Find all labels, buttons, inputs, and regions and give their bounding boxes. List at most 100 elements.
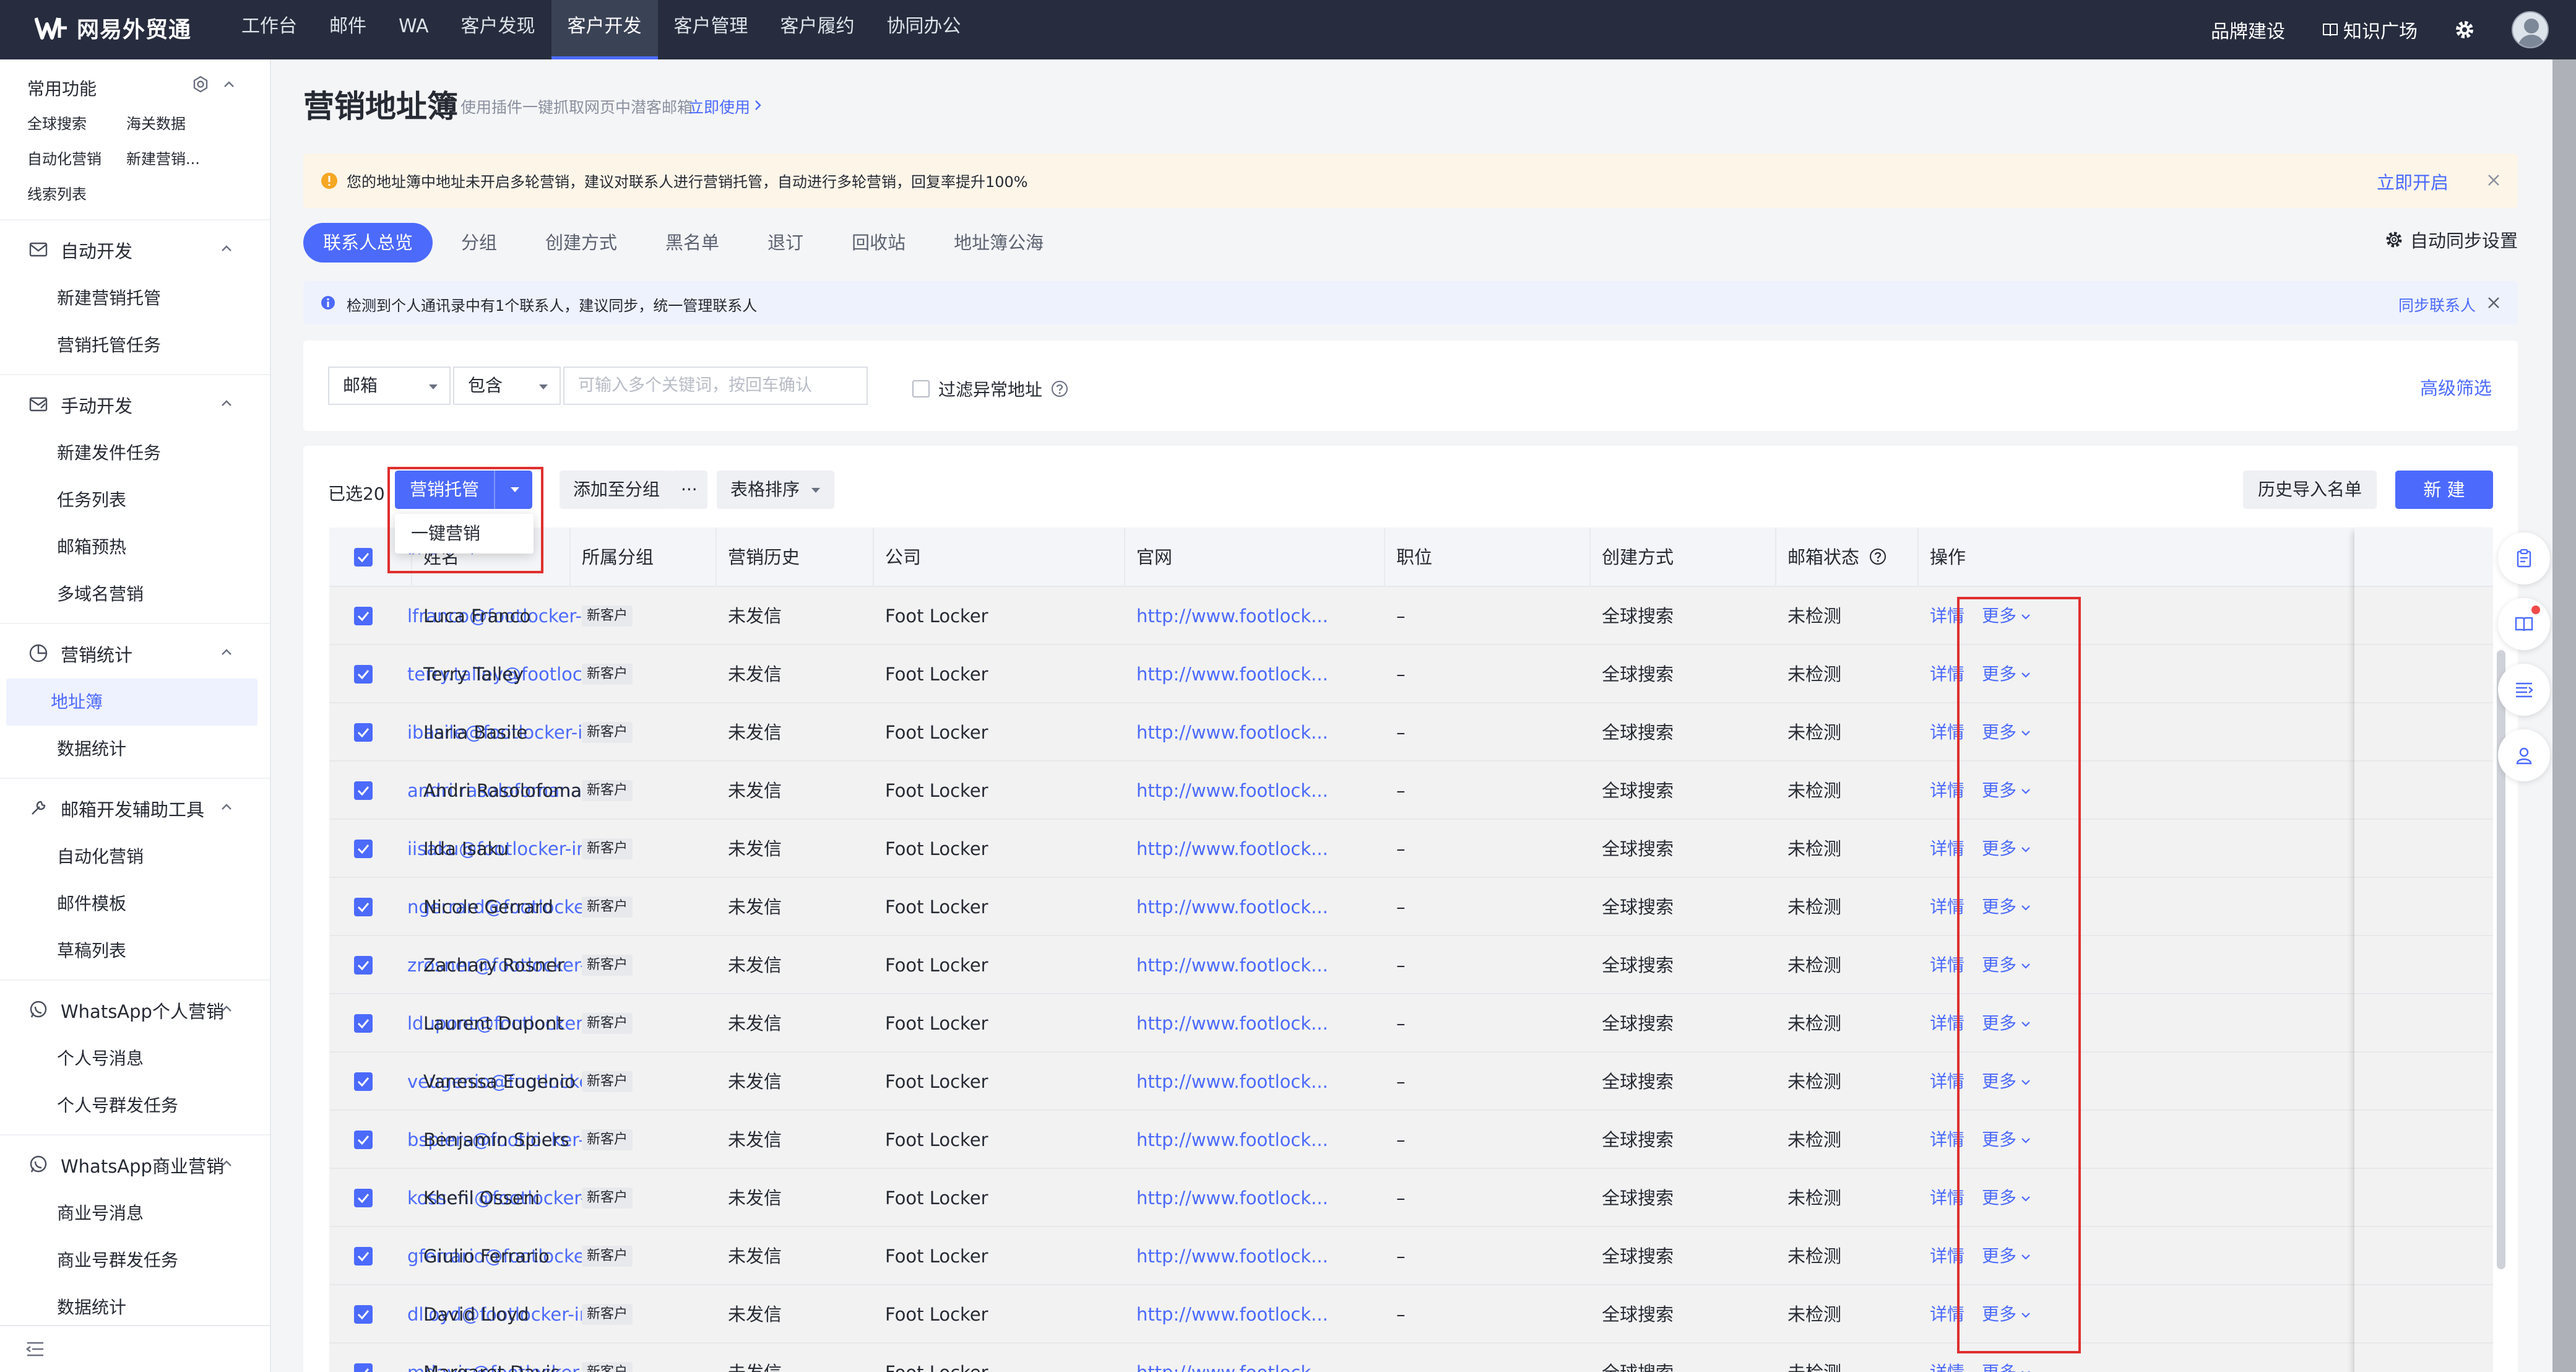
knowledge-plaza-link[interactable]: 知识广场 (2322, 16, 2418, 43)
cell-site[interactable]: http://www.footlock... (1136, 762, 1328, 820)
detail-link[interactable]: 详情 (1930, 1169, 1964, 1227)
dropdown-item-one-click-marketing[interactable]: 一键营销 (395, 514, 534, 554)
sync-contacts-link[interactable]: 同步联系人 (2398, 293, 2476, 316)
more-link[interactable]: 更多 (1982, 587, 2031, 645)
table-row[interactable]: ibasile@footlocker-i... Ilaria Basile 新客户未… (329, 703, 2493, 762)
detail-link[interactable]: 详情 (1930, 820, 1964, 878)
nav-tab-3[interactable]: 客户发现 (445, 0, 551, 59)
detail-link[interactable]: 详情 (1930, 936, 1964, 994)
cell-site[interactable]: http://www.footlock... (1136, 994, 1328, 1053)
sidebar-collapse-button[interactable] (0, 1325, 270, 1372)
more-link[interactable]: 更多 (1982, 1285, 2031, 1344)
sidebar-item-3-2[interactable]: 草稿列表 (6, 927, 257, 975)
table-row[interactable]: andri.rasolofomanan... Andri Rasolofomana… (329, 762, 2493, 820)
table-row[interactable]: veugenio@footlocker... Vanessa Eugenio 新客户… (329, 1053, 2493, 1111)
sidebar-item-3-1[interactable]: 邮件模板 (6, 880, 257, 927)
detail-link[interactable]: 详情 (1930, 762, 1964, 820)
table-row[interactable]: iisaku@footlocker-in... Ilda Isaku 新客户 未发信 F… (329, 820, 2493, 878)
clipboard-tool-button[interactable] (2498, 532, 2550, 584)
tab-0[interactable]: 联系人总览 (303, 223, 433, 263)
help-icon[interactable] (1051, 380, 1068, 397)
cell-site[interactable]: http://www.footlock... (1136, 936, 1328, 994)
sidebar-section-header-5[interactable]: WhatsApp商业营销 (0, 1140, 270, 1190)
table-row[interactable]: mdavis@footlocker-i...Margaret Davis新客户未… (329, 1344, 2493, 1372)
frequent-item-0[interactable]: 全球搜索 (27, 111, 126, 133)
sidebar-item-0-1[interactable]: 营销托管任务 (6, 322, 257, 369)
table-row[interactable]: terry.talley@footlock... Terry Talley 新客户未… (329, 645, 2493, 703)
list-tool-button[interactable] (2498, 664, 2550, 716)
tab-5[interactable]: 回收站 (832, 223, 925, 263)
table-row[interactable]: dlloyd@footlocker-in... David Lloyd 新客户 未发信… (329, 1285, 2493, 1344)
table-row[interactable]: ldupont@footlocker-... Laurent Dupont 新客户未… (329, 994, 2493, 1053)
close-icon[interactable] (2487, 173, 2500, 187)
chevron-up-icon[interactable] (223, 80, 235, 89)
detail-link[interactable]: 详情 (1930, 645, 1964, 703)
more-link[interactable]: 更多 (1982, 703, 2031, 762)
sidebar-item-5-1[interactable]: 商业号群发任务 (6, 1237, 257, 1284)
row-checkbox[interactable] (354, 781, 373, 800)
sidebar-section-header-4[interactable]: WhatsApp个人营销 (0, 986, 270, 1035)
detail-link[interactable]: 详情 (1930, 1227, 1964, 1285)
row-checkbox[interactable] (354, 898, 373, 916)
marketing-hosting-dropdown-toggle[interactable] (494, 471, 533, 509)
detail-link[interactable]: 详情 (1930, 587, 1964, 645)
more-link[interactable]: 更多 (1982, 936, 2031, 994)
chevron-up-icon[interactable] (220, 648, 233, 656)
detail-link[interactable]: 详情 (1930, 1053, 1964, 1111)
cell-site[interactable]: http://www.footlock... (1136, 587, 1328, 645)
detail-link[interactable]: 详情 (1930, 994, 1964, 1053)
table-row[interactable]: gferrario@footlocker... Giulio Ferrario 新客… (329, 1227, 2493, 1285)
cell-site[interactable]: http://www.footlock... (1136, 1053, 1328, 1111)
row-checkbox[interactable] (354, 665, 373, 684)
more-link[interactable]: 更多 (1982, 1344, 2031, 1372)
auto-sync-settings-button[interactable]: 自动同步设置 (2385, 227, 2518, 253)
detail-link[interactable]: 详情 (1930, 878, 1964, 936)
sidebar-item-4-0[interactable]: 个人号消息 (6, 1035, 257, 1082)
sidebar-section-header-1[interactable]: 手动开发 (0, 380, 270, 430)
chevron-up-icon[interactable] (220, 1159, 233, 1168)
detail-link[interactable]: 详情 (1930, 703, 1964, 762)
sidebar-item-1-2[interactable]: 邮箱预热 (6, 524, 257, 571)
frequent-item-3[interactable]: 新建营销... (126, 147, 238, 168)
row-checkbox[interactable] (354, 1247, 373, 1266)
settings-button[interactable] (2455, 20, 2474, 40)
brand-building-link[interactable]: 品牌建设 (2211, 16, 2285, 43)
cell-site[interactable]: http://www.footlock... (1136, 703, 1328, 762)
field-select[interactable]: 邮箱 (328, 367, 451, 405)
table-row[interactable]: bspiers@footlocker-... Benjamin Spiers 新客户… (329, 1111, 2493, 1169)
sidebar-item-1-0[interactable]: 新建发件任务 (6, 430, 257, 477)
nav-tab-7[interactable]: 协同办公 (871, 0, 977, 59)
sidebar-item-5-2[interactable]: 数据统计 (6, 1284, 257, 1331)
use-now-link[interactable]: 立即使用 (688, 95, 750, 118)
select-all-checkbox[interactable] (354, 548, 373, 567)
frequent-item-2[interactable]: 自动化营销 (27, 147, 126, 168)
sidebar-section-header-0[interactable]: 自动开发 (0, 225, 270, 275)
tab-3[interactable]: 黑名单 (646, 223, 739, 263)
more-link[interactable]: 更多 (1982, 878, 2031, 936)
nav-tab-5[interactable]: 客户管理 (658, 0, 764, 59)
help-icon[interactable] (1869, 548, 1887, 565)
cell-site[interactable]: http://www.footlock... (1136, 878, 1328, 936)
marketing-hosting-button[interactable]: 营销托管 (395, 471, 495, 509)
row-checkbox[interactable] (354, 1363, 373, 1372)
detail-link[interactable]: 详情 (1930, 1344, 1964, 1372)
nav-tab-1[interactable]: 邮件 (313, 0, 383, 59)
row-checkbox[interactable] (354, 1072, 373, 1091)
chevron-up-icon[interactable] (220, 1004, 233, 1013)
sidebar-item-4-1[interactable]: 个人号群发任务 (6, 1082, 257, 1129)
sidebar-item-5-0[interactable]: 商业号消息 (6, 1190, 257, 1237)
frequent-settings-icon[interactable] (192, 76, 209, 93)
more-link[interactable]: 更多 (1982, 820, 2031, 878)
frequent-item-4[interactable]: 线索列表 (27, 182, 126, 204)
keyword-input[interactable]: 可输入多个关键词，按回车确认 (563, 367, 868, 405)
sidebar-item-1-3[interactable]: 多域名营销 (6, 571, 257, 618)
more-link[interactable]: 更多 (1982, 1111, 2031, 1169)
detail-link[interactable]: 详情 (1930, 1285, 1964, 1344)
row-checkbox[interactable] (354, 607, 373, 625)
table-row[interactable]: kosseni@footlocker-... Khefil Osseni 新客户 未发… (329, 1169, 2493, 1227)
advanced-filter-link[interactable]: 高级筛选 (2420, 374, 2492, 400)
filter-abnormal-checkbox[interactable]: 过滤异常地址 (912, 376, 1068, 401)
more-link[interactable]: 更多 (1982, 994, 2031, 1053)
user-avatar[interactable] (2512, 11, 2549, 48)
cell-site[interactable]: http://www.footlock... (1136, 1344, 1328, 1372)
